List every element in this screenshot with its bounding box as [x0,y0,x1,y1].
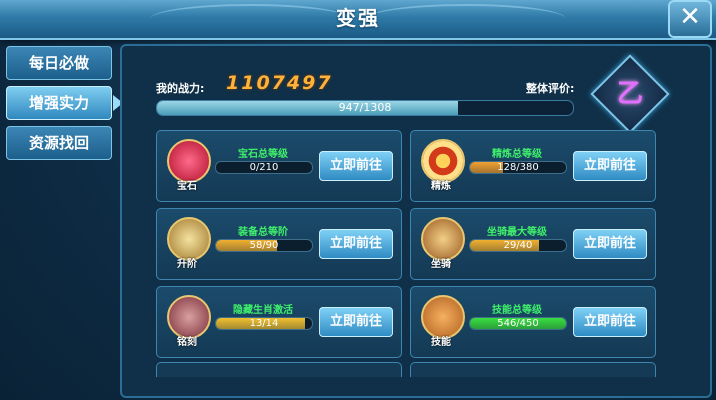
power-value: 1107497 [226,72,333,94]
go-now-button[interactable]: 立即前往 [573,151,647,181]
card-progress-text: 128/380 [497,162,539,173]
card-icon-label: 技能 [431,337,451,348]
power-label: 我的战力: [156,82,205,95]
rating-grade: 乙 [616,79,643,109]
close-button[interactable]: ✕ [668,0,712,38]
card-title: 技能总等级 [492,305,542,316]
card-progress-bar: 546/450 [469,317,567,330]
enhance-card: 升阶 装备总等阶 58/90 立即前往 [156,208,402,280]
power-progress-text: 947/1308 [338,101,392,114]
sidebar-tab-daily[interactable]: 每日必做 [6,46,112,80]
card-progress-bar: 0/210 [215,161,313,174]
card-icon-label: 宝石 [177,181,197,192]
card-partial [410,362,656,377]
card-progress-bar: 128/380 [469,161,567,174]
close-icon: ✕ [679,2,701,32]
rating-label: 整体评价: [526,82,575,95]
power-progress-bar: 947/1308 [156,100,574,116]
card-progress-text: 0/210 [249,162,279,173]
go-now-button[interactable]: 立即前往 [573,229,647,259]
enhance-card: 铭刻 隐藏生肖激活 13/14 立即前往 [156,286,402,358]
main-panel: 我的战力: 1107497 整体评价: 乙 947/1308 宝石 宝石总等级 … [120,44,712,398]
card-icon-label: 升阶 [177,259,197,270]
go-now-button[interactable]: 立即前往 [319,151,393,181]
card-progress-text: 29/40 [503,240,533,251]
sidebar-tab-enhance[interactable]: 增强实力 [6,86,123,120]
card-icon-label: 坐骑 [431,259,451,270]
card-title: 隐藏生肖激活 [233,305,293,316]
card-title: 装备总等阶 [238,227,288,238]
card-progress-bar: 29/40 [469,239,567,252]
enhance-card: 坐骑 坐骑最大等级 29/40 立即前往 [410,208,656,280]
card-progress-text: 546/450 [497,318,539,329]
card-title: 坐骑最大等级 [487,227,547,238]
enhance-card: 精炼 精炼总等级 128/380 立即前往 [410,130,656,202]
card-title: 宝石总等级 [238,149,288,160]
card-progress-bar: 13/14 [215,317,313,330]
go-now-button[interactable]: 立即前往 [573,307,647,337]
window-title: 变强 [336,6,380,30]
enhance-card: 技能 技能总等级 546/450 立即前往 [410,286,656,358]
go-now-button[interactable]: 立即前往 [319,229,393,259]
card-title: 精炼总等级 [492,149,542,160]
card-icon-label: 铭刻 [177,337,197,348]
card-progress-bar: 58/90 [215,239,313,252]
sidebar-tab-recover[interactable]: 资源找回 [6,126,112,160]
enhance-card: 宝石 宝石总等级 0/210 立即前往 [156,130,402,202]
go-now-button[interactable]: 立即前往 [319,307,393,337]
card-partial [156,362,402,377]
sidebar: 每日必做 增强实力 资源找回 [6,46,123,166]
card-progress-text: 58/90 [249,240,279,251]
card-icon-label: 精炼 [431,181,451,192]
window-frame: 变强 ✕ 每日必做 增强实力 资源找回 我的战力: 1107497 整体评价: … [0,0,716,400]
card-progress-text: 13/14 [249,318,279,329]
